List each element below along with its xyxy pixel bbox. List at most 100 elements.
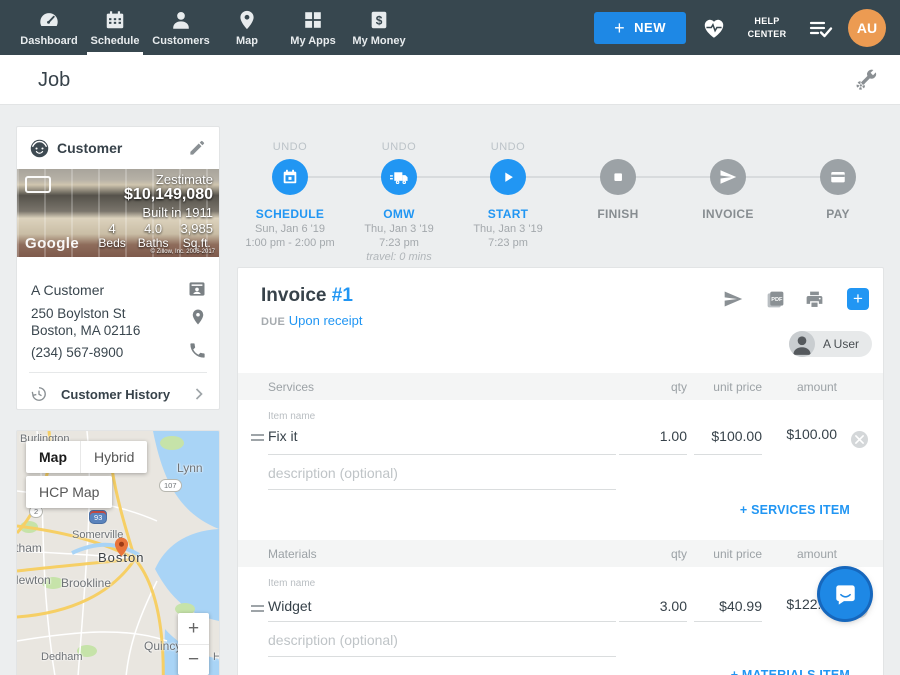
send-invoice-icon[interactable] <box>721 289 745 309</box>
timeline-step-finish: FINISH <box>558 130 678 262</box>
print-icon[interactable] <box>804 289 825 310</box>
service-description-input[interactable]: description (optional) <box>268 465 398 481</box>
close-icon <box>855 435 864 444</box>
zoom-in-button[interactable]: + <box>178 613 209 644</box>
amount-column-header: amount <box>797 547 837 561</box>
pdf-icon[interactable]: PDF <box>765 289 786 310</box>
material-item-name-input[interactable]: Widget <box>268 598 312 614</box>
page-title: Job <box>38 69 70 92</box>
amount-column-header: amount <box>797 380 837 394</box>
stat-baths: 4.0Baths <box>138 221 169 250</box>
address-line2: Boston, MA 02116 <box>31 322 140 339</box>
zillow-copyright: © Zillow, Inc. 2006-2017 <box>151 249 215 255</box>
nav-item-label: My Apps <box>290 35 335 47</box>
input-underline <box>619 454 687 455</box>
schedule-step-button[interactable] <box>272 159 308 195</box>
map-label-waltham: Waltham <box>16 541 42 555</box>
service-unit-price-input[interactable]: $100.00 <box>711 428 762 444</box>
material-unit-price-input[interactable]: $40.99 <box>719 598 762 614</box>
address-line1: 250 Boylston St <box>31 305 140 322</box>
drag-handle-icon[interactable] <box>251 434 264 444</box>
section-name: Materials <box>268 547 317 561</box>
assigned-user-pill[interactable]: A User <box>789 331 872 357</box>
customer-face-icon <box>29 138 50 159</box>
help-center-link[interactable]: HELP CENTER <box>742 15 792 39</box>
step-date: Sun, Jan 6 '19 <box>230 223 350 235</box>
phone-icon[interactable] <box>188 341 207 360</box>
pay-step-button[interactable] <box>820 159 856 195</box>
undo-link[interactable]: UNDO <box>448 141 568 153</box>
nav-item-my-money[interactable]: $ My Money <box>346 0 412 55</box>
invoice-number[interactable]: #1 <box>332 285 353 306</box>
tasks-check-icon[interactable] <box>807 16 833 40</box>
send-icon <box>719 168 737 186</box>
remove-service-item-button[interactable] <box>851 431 868 448</box>
map-zoom-control: + − <box>178 613 209 675</box>
add-services-item-link[interactable]: + SERVICES ITEM <box>740 503 850 517</box>
nav-item-my-apps[interactable]: My Apps <box>280 0 346 55</box>
service-qty-input[interactable]: 1.00 <box>660 428 687 444</box>
map-type-hybrid-button[interactable]: Hybrid <box>80 441 147 473</box>
heart-pulse-icon[interactable] <box>701 15 727 41</box>
nav-item-customers[interactable]: Customers <box>148 0 214 55</box>
add-materials-item-link[interactable]: + MATERIALS ITEM <box>731 668 850 675</box>
chat-bubble-icon <box>833 582 858 607</box>
svg-text:$: $ <box>376 13 383 27</box>
qty-column-header: qty <box>671 380 687 394</box>
qty-column-header: qty <box>671 547 687 561</box>
job-location-marker[interactable] <box>114 537 129 557</box>
property-stats: 4Beds 4.0Baths 3,985Sq.ft. <box>98 221 213 250</box>
service-item-name-input[interactable]: Fix it <box>268 428 298 444</box>
start-step-button[interactable] <box>490 159 526 195</box>
plus-icon: + <box>853 289 863 309</box>
job-settings-wrench-gear-icon[interactable] <box>854 68 878 92</box>
zoom-out-button[interactable]: − <box>178 644 209 675</box>
location-pin-icon[interactable] <box>189 307 207 327</box>
nav-item-map[interactable]: Map <box>214 0 280 55</box>
nav-item-dashboard[interactable]: Dashboard <box>16 0 82 55</box>
user-avatar[interactable]: AU <box>848 9 886 47</box>
due-value-link[interactable]: Upon receipt <box>289 313 363 328</box>
material-qty-input[interactable]: 3.00 <box>660 598 687 614</box>
undo-link[interactable]: UNDO <box>230 141 350 153</box>
input-underline <box>268 656 616 657</box>
step-date: Thu, Jan 3 '19 <box>339 223 459 235</box>
map-label-dedham: Dedham <box>41 651 83 663</box>
step-label: FINISH <box>558 207 678 221</box>
step-label: OMW <box>339 207 459 221</box>
interstate-93-shield: 93 <box>89 510 107 524</box>
customer-card: Customer Zestimate $10,149,080 Built in … <box>16 126 220 410</box>
truck-icon <box>390 168 409 187</box>
edit-pencil-icon[interactable] <box>188 138 207 157</box>
new-button[interactable]: + NEW <box>594 12 686 44</box>
undo-link[interactable]: UNDO <box>339 141 459 153</box>
step-label: INVOICE <box>668 207 788 221</box>
customer-phone: (234) 567-8900 <box>31 345 123 360</box>
item-name-field-label: Item name <box>268 578 315 589</box>
finish-step-button[interactable] <box>600 159 636 195</box>
google-watermark: Google <box>25 235 79 252</box>
street-view-icon[interactable] <box>25 176 51 193</box>
help-chat-button[interactable] <box>820 569 870 619</box>
drag-handle-icon[interactable] <box>251 605 264 615</box>
customer-card-header: Customer <box>17 127 219 169</box>
customer-history-row[interactable]: Customer History <box>17 379 219 409</box>
stop-icon <box>609 168 627 186</box>
map-type-map-button[interactable]: Map <box>26 441 80 473</box>
nav-item-schedule[interactable]: Schedule <box>82 0 148 55</box>
hcp-map-button[interactable]: HCP Map <box>26 476 112 508</box>
apps-grid-icon <box>302 9 324 31</box>
timeline-step-invoice: INVOICE <box>668 130 788 262</box>
invoice-step-button[interactable] <box>710 159 746 195</box>
map-pin-icon <box>236 9 258 31</box>
add-invoice-button[interactable]: + <box>847 288 869 310</box>
input-underline <box>268 489 616 490</box>
nav-item-label: Schedule <box>91 35 140 47</box>
omw-step-button[interactable] <box>381 159 417 195</box>
customer-name: A Customer <box>31 282 104 298</box>
contact-card-icon[interactable] <box>187 279 207 299</box>
calendar-step-icon <box>281 168 299 186</box>
step-date: Thu, Jan 3 '19 <box>448 223 568 235</box>
input-underline <box>268 621 616 622</box>
material-description-input[interactable]: description (optional) <box>268 632 398 648</box>
